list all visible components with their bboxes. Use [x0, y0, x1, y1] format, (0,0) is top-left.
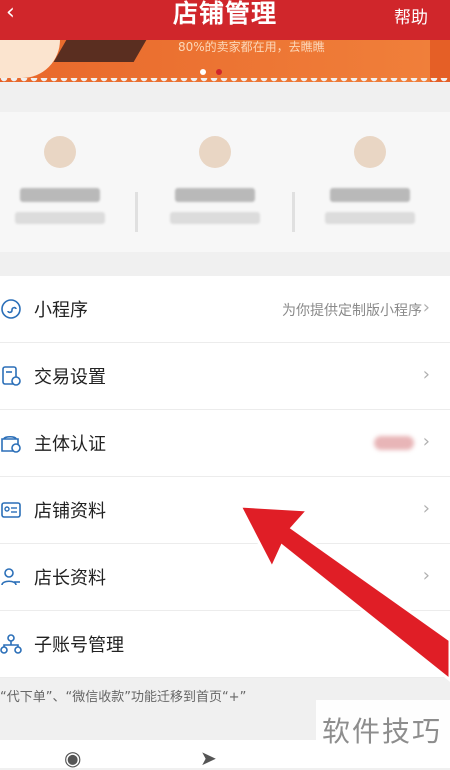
stat-value-blurred [330, 188, 410, 202]
stat-value-blurred [20, 188, 100, 202]
banner-hand-art [0, 40, 60, 78]
scallop-divider [0, 78, 450, 86]
stats-panel [0, 112, 450, 252]
banner-decoration [53, 40, 147, 62]
promo-banner[interactable]: 80%的卖家都在用，去瞧瞧 [0, 40, 450, 82]
banner-image: 80%的卖家都在用，去瞧瞧 [0, 40, 430, 82]
menu-item-hint: 为你提供定制版小程序 [282, 303, 422, 319]
menu-item-label: 交易设置 [34, 367, 106, 388]
sub-account-icon [0, 634, 22, 654]
banner-text: 80%的卖家都在用，去瞧瞧 [178, 40, 325, 54]
chevron-right-icon: › [422, 498, 430, 519]
stat-icon [44, 136, 76, 168]
help-link[interactable]: 帮助 [394, 3, 428, 28]
mini-program-icon [1, 299, 21, 319]
trade-settings-icon [2, 366, 21, 386]
stat-value-blurred [175, 188, 255, 202]
header-bar: ‹ 店铺管理 帮助 [0, 0, 450, 40]
stat-label-blurred [170, 212, 260, 224]
stat-item[interactable] [310, 136, 430, 224]
page-title: 店铺管理 [172, 0, 277, 28]
stat-label-blurred [15, 212, 105, 224]
menu-item-label: 店长资料 [34, 568, 106, 589]
menu-item-owner-info[interactable]: 店长资料 › [0, 544, 450, 611]
eye-icon[interactable]: ◉ [64, 746, 81, 770]
stat-icon [199, 136, 231, 168]
menu-item-trade-settings[interactable]: 交易设置 › [0, 343, 450, 410]
menu-item-label: 主体认证 [34, 434, 106, 455]
stat-item[interactable] [0, 136, 120, 224]
menu-item-label: 小程序 [34, 300, 88, 321]
carousel-dot-active [216, 69, 222, 75]
menu-list: 小程序 为你提供定制版小程序 › 交易设置 › 主体认证 › 店铺资料 › 店长… [0, 276, 450, 678]
stat-icon [354, 136, 386, 168]
send-icon[interactable]: ➤ [200, 746, 217, 770]
menu-item-label: 店铺资料 [34, 501, 106, 522]
owner-info-icon [1, 568, 20, 586]
identity-cert-icon [1, 435, 21, 453]
menu-item-mini-program[interactable]: 小程序 为你提供定制版小程序 › [0, 276, 450, 343]
store-info-icon [1, 502, 21, 518]
watermark-text: 软件技巧 [322, 715, 443, 748]
chevron-right-icon: › [422, 431, 430, 452]
stat-divider [135, 192, 138, 232]
stat-item[interactable] [155, 136, 275, 224]
cert-status-blurred [374, 436, 414, 450]
watermark: 软件技巧 [316, 700, 450, 748]
chevron-right-icon: › [422, 297, 430, 318]
chevron-right-icon: › [422, 565, 430, 586]
stat-label-blurred [325, 212, 415, 224]
stat-divider [292, 192, 295, 232]
chevron-right-icon: › [422, 632, 430, 653]
menu-item-label: 子账号管理 [34, 635, 124, 656]
menu-item-identity-cert[interactable]: 主体认证 › [0, 410, 450, 477]
carousel-dot [200, 69, 206, 75]
chevron-right-icon: › [422, 364, 430, 385]
menu-item-store-info[interactable]: 店铺资料 › [0, 477, 450, 544]
carousel-indicator [200, 60, 232, 79]
menu-item-sub-account[interactable]: 子账号管理 › [0, 611, 450, 678]
